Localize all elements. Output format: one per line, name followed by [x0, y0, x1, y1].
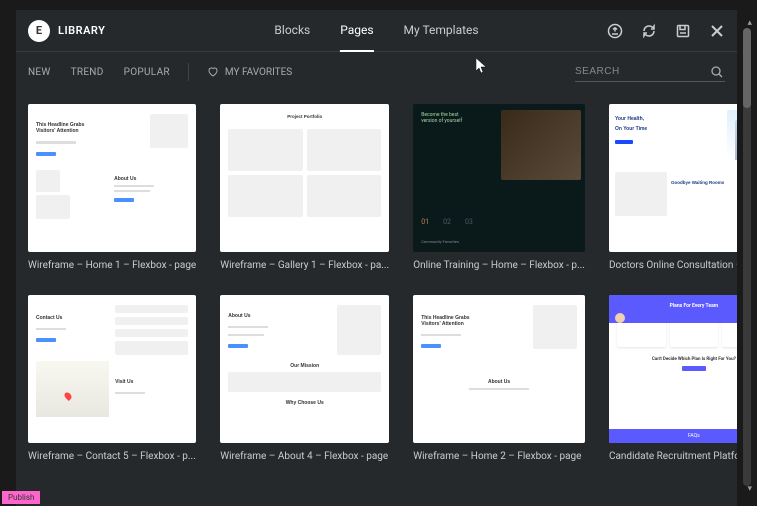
- publish-tag: Publish: [2, 491, 40, 504]
- template-label: Wireframe – Gallery 1 – Flexbox - pa...: [220, 260, 389, 271]
- template-label: Online Training – Home – Flexbox - p...: [413, 260, 585, 271]
- header-actions: [607, 23, 725, 39]
- thumb-h1: Plans For Every Team: [615, 303, 737, 309]
- thumb-mission: Our Mission: [290, 363, 319, 369]
- template-label: Wireframe – Home 2 – Flexbox - page: [413, 451, 585, 462]
- filter-new[interactable]: NEW: [28, 67, 51, 78]
- favorites-label: MY FAVORITES: [225, 67, 292, 78]
- library-title: LIBRARY: [58, 24, 105, 37]
- thumb-about: About Us: [114, 176, 188, 182]
- sync-icon[interactable]: [641, 23, 657, 39]
- thumb-goodbye: Goodbye Waiting Rooms: [671, 180, 737, 185]
- template-card: Contact Us: [28, 295, 196, 462]
- thumb-why: Why Choose Us: [228, 400, 381, 406]
- template-thumbnail[interactable]: Contact Us: [28, 295, 196, 443]
- template-grid: This Headline Grabs Visitors' Attention: [28, 104, 725, 462]
- template-thumbnail[interactable]: Become the best version of yourself 01 0…: [413, 104, 585, 252]
- template-thumbnail[interactable]: This Headline Grabs Visitors' Attention: [28, 104, 196, 252]
- tab-pages[interactable]: Pages: [340, 10, 373, 52]
- scroll-up-icon[interactable]: ▴: [747, 18, 752, 28]
- template-label: Wireframe – Contact 5 – Flexbox - p...: [28, 451, 196, 462]
- search-input[interactable]: [575, 62, 709, 81]
- logo-area: E LIBRARY: [28, 20, 105, 42]
- thumb-visit: Visit Us: [115, 379, 188, 385]
- filter-tabs: NEW TREND POPULAR: [28, 67, 170, 78]
- upload-icon[interactable]: [607, 23, 623, 39]
- template-card: Your Health, On Your Time Goodbye: [609, 104, 737, 271]
- close-icon[interactable]: [709, 23, 725, 39]
- search-icon[interactable]: [709, 64, 725, 80]
- thumb-faq: FAQs: [609, 429, 737, 443]
- thumb-headline: This Headline Grabs Visitors' Attention: [421, 315, 476, 327]
- template-card: About Us Our Mission Why Choose Us: [220, 295, 389, 462]
- sub-header: NEW TREND POPULAR MY FAVORITES: [16, 52, 737, 92]
- template-card: This Headline Grabs Visitors' Attention …: [413, 295, 585, 462]
- thumb-contact: Contact Us: [36, 315, 109, 321]
- thumb-about: About Us: [488, 379, 510, 385]
- template-card: Become the best version of yourself 01 0…: [413, 104, 585, 271]
- thumb-headline: Become the best version of yourself: [421, 112, 471, 124]
- template-thumbnail[interactable]: This Headline Grabs Visitors' Attention …: [413, 295, 585, 443]
- thumb-about: About Us: [228, 313, 329, 319]
- divider: [188, 63, 189, 81]
- scroll-down-icon[interactable]: ▾: [747, 484, 752, 494]
- filter-trend[interactable]: TREND: [71, 67, 104, 78]
- template-thumbnail[interactable]: Project Portfolio: [220, 104, 389, 252]
- template-label: Wireframe – About 4 – Flexbox - page: [220, 451, 389, 462]
- template-card: This Headline Grabs Visitors' Attention: [28, 104, 196, 271]
- elementor-logo: E: [28, 20, 50, 42]
- save-icon[interactable]: [675, 23, 691, 39]
- heart-icon: [207, 66, 219, 78]
- template-thumbnail[interactable]: About Us Our Mission Why Choose Us: [220, 295, 389, 443]
- thumb-h1: Your Health,: [615, 116, 723, 122]
- modal-header: E LIBRARY Blocks Pages My Templates: [16, 10, 737, 52]
- my-favorites[interactable]: MY FAVORITES: [207, 66, 292, 78]
- thumb-title: Project Portfolio: [287, 114, 322, 119]
- filter-popular[interactable]: POPULAR: [124, 67, 170, 78]
- tab-my-templates[interactable]: My Templates: [404, 10, 479, 52]
- thumb-h2: On Your Time: [615, 126, 723, 132]
- thumb-community: Community Favorites: [421, 239, 459, 244]
- template-label: Doctors Online Consultation – Flexb...: [609, 260, 737, 271]
- template-label: Wireframe – Home 1 – Flexbox - page: [28, 260, 196, 271]
- template-grid-container: This Headline Grabs Visitors' Attention: [16, 92, 737, 506]
- template-thumbnail[interactable]: Plans For Every Team Can't Decide Which …: [609, 295, 737, 443]
- main-tabs: Blocks Pages My Templates: [274, 10, 478, 52]
- tab-blocks[interactable]: Blocks: [274, 10, 310, 52]
- template-label: Candidate Recruitment Platform - pa...: [609, 451, 737, 462]
- scrollbar-thumb[interactable]: [743, 28, 751, 108]
- template-card: Project Portfolio Wireframe – Gallery 1 …: [220, 104, 389, 271]
- template-card: Plans For Every Team Can't Decide Which …: [609, 295, 737, 462]
- thumb-headline: This Headline Grabs Visitors' Attention: [36, 122, 91, 134]
- template-thumbnail[interactable]: Your Health, On Your Time Goodbye: [609, 104, 737, 252]
- thumb-h2: Can't Decide Which Plan Is Right For You…: [613, 357, 737, 362]
- scrollbar[interactable]: [743, 28, 751, 486]
- search-area: [575, 62, 725, 82]
